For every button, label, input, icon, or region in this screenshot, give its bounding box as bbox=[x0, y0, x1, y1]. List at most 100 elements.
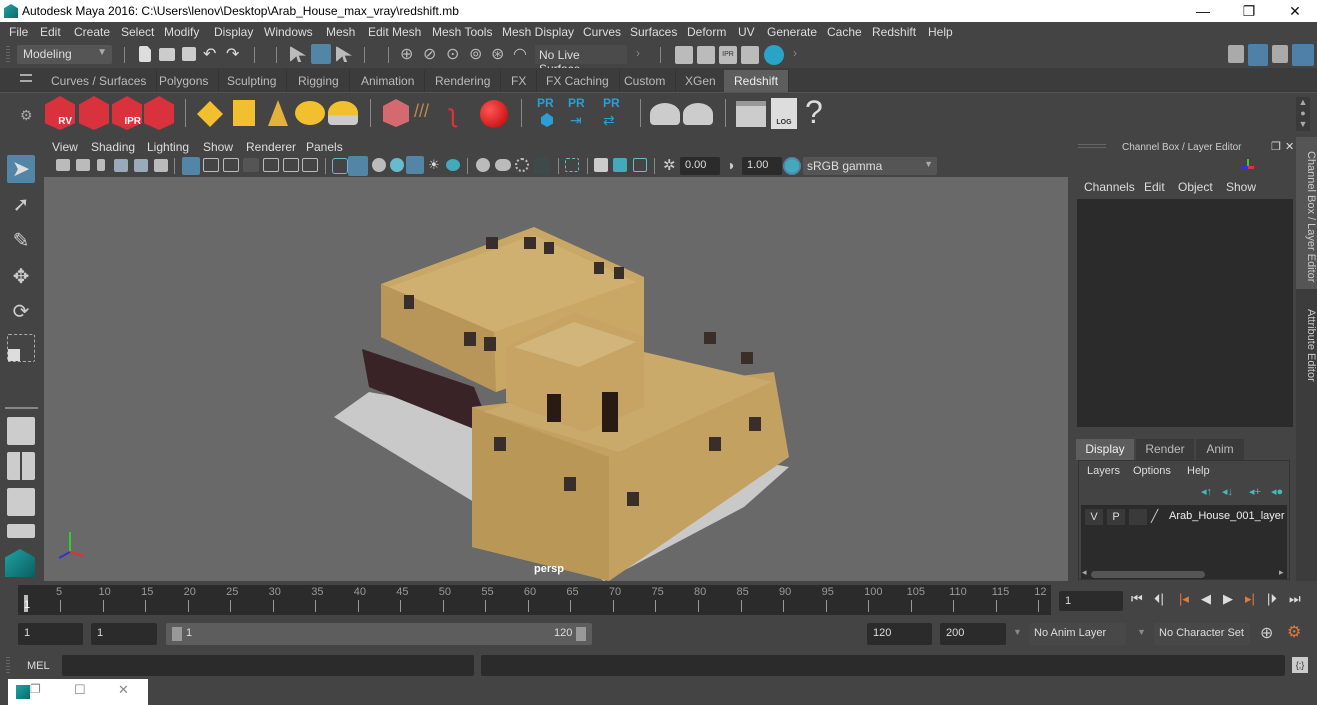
script-editor-icon[interactable]: {;} bbox=[1292, 657, 1308, 673]
select-tool-icon[interactable]: ➤ bbox=[7, 155, 35, 183]
paint-select-tool-icon[interactable]: ✎ bbox=[7, 227, 35, 255]
close-button[interactable]: ✕ bbox=[1272, 0, 1317, 22]
panel-menu-show[interactable]: Show bbox=[203, 140, 233, 154]
menu-help[interactable]: Help bbox=[928, 25, 953, 39]
perspective-viewport[interactable]: persp bbox=[44, 177, 1068, 581]
multisample-aa-icon[interactable] bbox=[515, 158, 529, 172]
grease-pencil-icon[interactable] bbox=[154, 159, 168, 172]
redshift-render-settings-icon[interactable] bbox=[144, 96, 174, 130]
redshift-area-light-icon[interactable] bbox=[197, 101, 223, 127]
xray-icon[interactable] bbox=[594, 158, 608, 172]
menu-generate[interactable]: Generate bbox=[767, 25, 817, 39]
smooth-shade-icon[interactable] bbox=[348, 156, 368, 176]
range-end-handle[interactable] bbox=[576, 627, 586, 641]
attribute-editor-toggle-icon[interactable] bbox=[1248, 44, 1268, 66]
xray-active-components-icon[interactable] bbox=[613, 158, 627, 172]
go-to-end-icon[interactable]: ⏭ bbox=[1289, 591, 1301, 607]
redshift-help-icon[interactable]: ? bbox=[805, 94, 823, 131]
minimized-window[interactable]: ❐ ☐ ✕ bbox=[8, 679, 148, 705]
menu-mesh-display[interactable]: Mesh Display bbox=[502, 25, 574, 39]
drag-handle[interactable] bbox=[6, 46, 10, 64]
shelf-tab-curves-surfaces[interactable]: Curves / Surfaces bbox=[41, 70, 158, 92]
tool-settings-icon[interactable] bbox=[1272, 45, 1288, 63]
depth-of-field-icon[interactable] bbox=[534, 157, 550, 175]
redshift-material-sphere-icon[interactable] bbox=[480, 100, 508, 128]
channel-box-toggle-icon[interactable] bbox=[1292, 44, 1314, 66]
shelf-tab-rendering[interactable]: Rendering bbox=[425, 70, 502, 92]
shelf-tab-fx[interactable]: FX bbox=[501, 70, 538, 92]
menu-mesh-tools[interactable]: Mesh Tools bbox=[432, 25, 492, 39]
image-plane-icon[interactable] bbox=[114, 159, 128, 172]
channel-menu-show[interactable]: Show bbox=[1226, 180, 1256, 194]
outliner-layout-icon[interactable] bbox=[7, 524, 35, 538]
channel-menu-object[interactable]: Object bbox=[1178, 180, 1213, 194]
menu-edit[interactable]: Edit bbox=[40, 25, 61, 39]
rotate-tool-icon[interactable]: ⟳ bbox=[7, 298, 35, 326]
time-ruler[interactable]: 1 5 10 15 20 25 30 35 40 45 50 55 60 65 70 75 80 85 90 95 1… bbox=[18, 585, 1051, 615]
layer-row[interactable]: V P ╱ Arab_House_001_layer bbox=[1081, 507, 1287, 527]
collapse-arrow-icon[interactable]: › bbox=[636, 46, 640, 60]
layer-tab-anim[interactable]: Anim bbox=[1196, 439, 1244, 460]
command-input[interactable] bbox=[62, 655, 474, 676]
redshift-sprite-icon[interactable]: ʅ bbox=[450, 98, 476, 128]
gamma-icon[interactable]: ◑ bbox=[726, 157, 734, 173]
layer-tab-render[interactable]: Render bbox=[1136, 439, 1194, 460]
camera-attributes-icon[interactable] bbox=[76, 159, 90, 171]
shadows-icon[interactable] bbox=[446, 159, 460, 171]
playback-start-field[interactable]: 1 bbox=[91, 623, 157, 645]
redshift-proxy-icon[interactable]: PR bbox=[537, 96, 554, 110]
drag-handle[interactable] bbox=[6, 657, 10, 675]
collapse-arrow-icon[interactable]: › bbox=[793, 46, 797, 60]
animation-end-field[interactable]: 200 bbox=[940, 623, 1006, 645]
four-view-layout-icon[interactable] bbox=[7, 452, 35, 480]
redshift-script-editor-icon[interactable] bbox=[736, 101, 766, 127]
exposure-icon[interactable]: ✲ bbox=[663, 156, 676, 174]
redshift-proxy-swap-icon[interactable]: PR bbox=[603, 96, 620, 110]
shelf-menu-icon[interactable] bbox=[20, 74, 32, 82]
single-perspective-view-icon[interactable] bbox=[7, 417, 35, 445]
layer-tab-display[interactable]: Display bbox=[1076, 439, 1134, 460]
redshift-sun-sky-icon[interactable] bbox=[328, 101, 358, 125]
redshift-log-icon[interactable]: LOG bbox=[771, 98, 797, 129]
move-layer-up-icon[interactable]: ◂↑ bbox=[1201, 485, 1212, 498]
live-surface-field[interactable]: No Live Surface bbox=[535, 45, 627, 76]
shelf-scroll-control[interactable]: ▲ ● ▼ bbox=[1296, 97, 1310, 131]
redshift-bake-set-icon[interactable] bbox=[683, 103, 713, 125]
side-tab-attribute-editor[interactable]: Attribute Editor bbox=[1296, 293, 1317, 389]
minimize-button[interactable]: — bbox=[1180, 0, 1226, 22]
menu-create[interactable]: Create bbox=[74, 25, 110, 39]
chevron-down-icon[interactable]: ▼ bbox=[1013, 627, 1022, 637]
menu-curves[interactable]: Curves bbox=[583, 25, 621, 39]
channel-menu-edit[interactable]: Edit bbox=[1144, 180, 1165, 194]
open-scene-icon[interactable] bbox=[159, 48, 175, 61]
scrollbar-thumb[interactable] bbox=[1091, 571, 1205, 578]
play-backwards-icon[interactable]: ◀ bbox=[1201, 591, 1211, 607]
redshift-batch-render-icon[interactable] bbox=[79, 96, 109, 130]
mode-dropdown[interactable]: Modeling ▼ bbox=[17, 45, 112, 64]
play-forwards-icon[interactable]: ▶ bbox=[1223, 591, 1233, 607]
redo-icon[interactable]: ↷ bbox=[226, 44, 239, 64]
safe-action-icon[interactable] bbox=[283, 158, 299, 172]
close-window-icon[interactable]: ✕ bbox=[118, 682, 129, 698]
panel-menu-lighting[interactable]: Lighting bbox=[147, 140, 189, 154]
redshift-ipr-icon[interactable]: IPR bbox=[112, 96, 142, 130]
shelf-settings-gear-icon[interactable]: ⚙ bbox=[20, 107, 33, 124]
resolution-gate-icon[interactable] bbox=[223, 158, 239, 172]
snap-to-view-plane-icon[interactable]: ⊚ bbox=[469, 44, 482, 64]
channel-menu-channels[interactable]: Channels bbox=[1084, 180, 1135, 194]
layer-color-swatch-icon[interactable]: ╱ bbox=[1151, 509, 1158, 523]
scroll-right-icon[interactable]: ▸ bbox=[1279, 567, 1284, 578]
make-live-icon[interactable]: ⊛ bbox=[491, 44, 504, 64]
range-slider[interactable]: 1 120 bbox=[166, 623, 592, 645]
wireframe-icon[interactable] bbox=[332, 158, 348, 174]
scroll-left-icon[interactable]: ◂ bbox=[1082, 567, 1087, 578]
layer-menu-layers[interactable]: Layers bbox=[1087, 465, 1120, 477]
redshift-dome-light-icon[interactable] bbox=[295, 101, 325, 125]
restore-button[interactable]: ❐ bbox=[1226, 0, 1272, 22]
menu-deform[interactable]: Deform bbox=[687, 25, 726, 39]
snap-to-curve-icon[interactable]: ⊘ bbox=[423, 44, 436, 64]
layer-menu-help[interactable]: Help bbox=[1187, 465, 1210, 477]
panel-menu-panels[interactable]: Panels bbox=[306, 140, 343, 154]
shelf-tab-sculpting[interactable]: Sculpting bbox=[217, 70, 288, 92]
camera-select-icon[interactable] bbox=[56, 159, 70, 171]
